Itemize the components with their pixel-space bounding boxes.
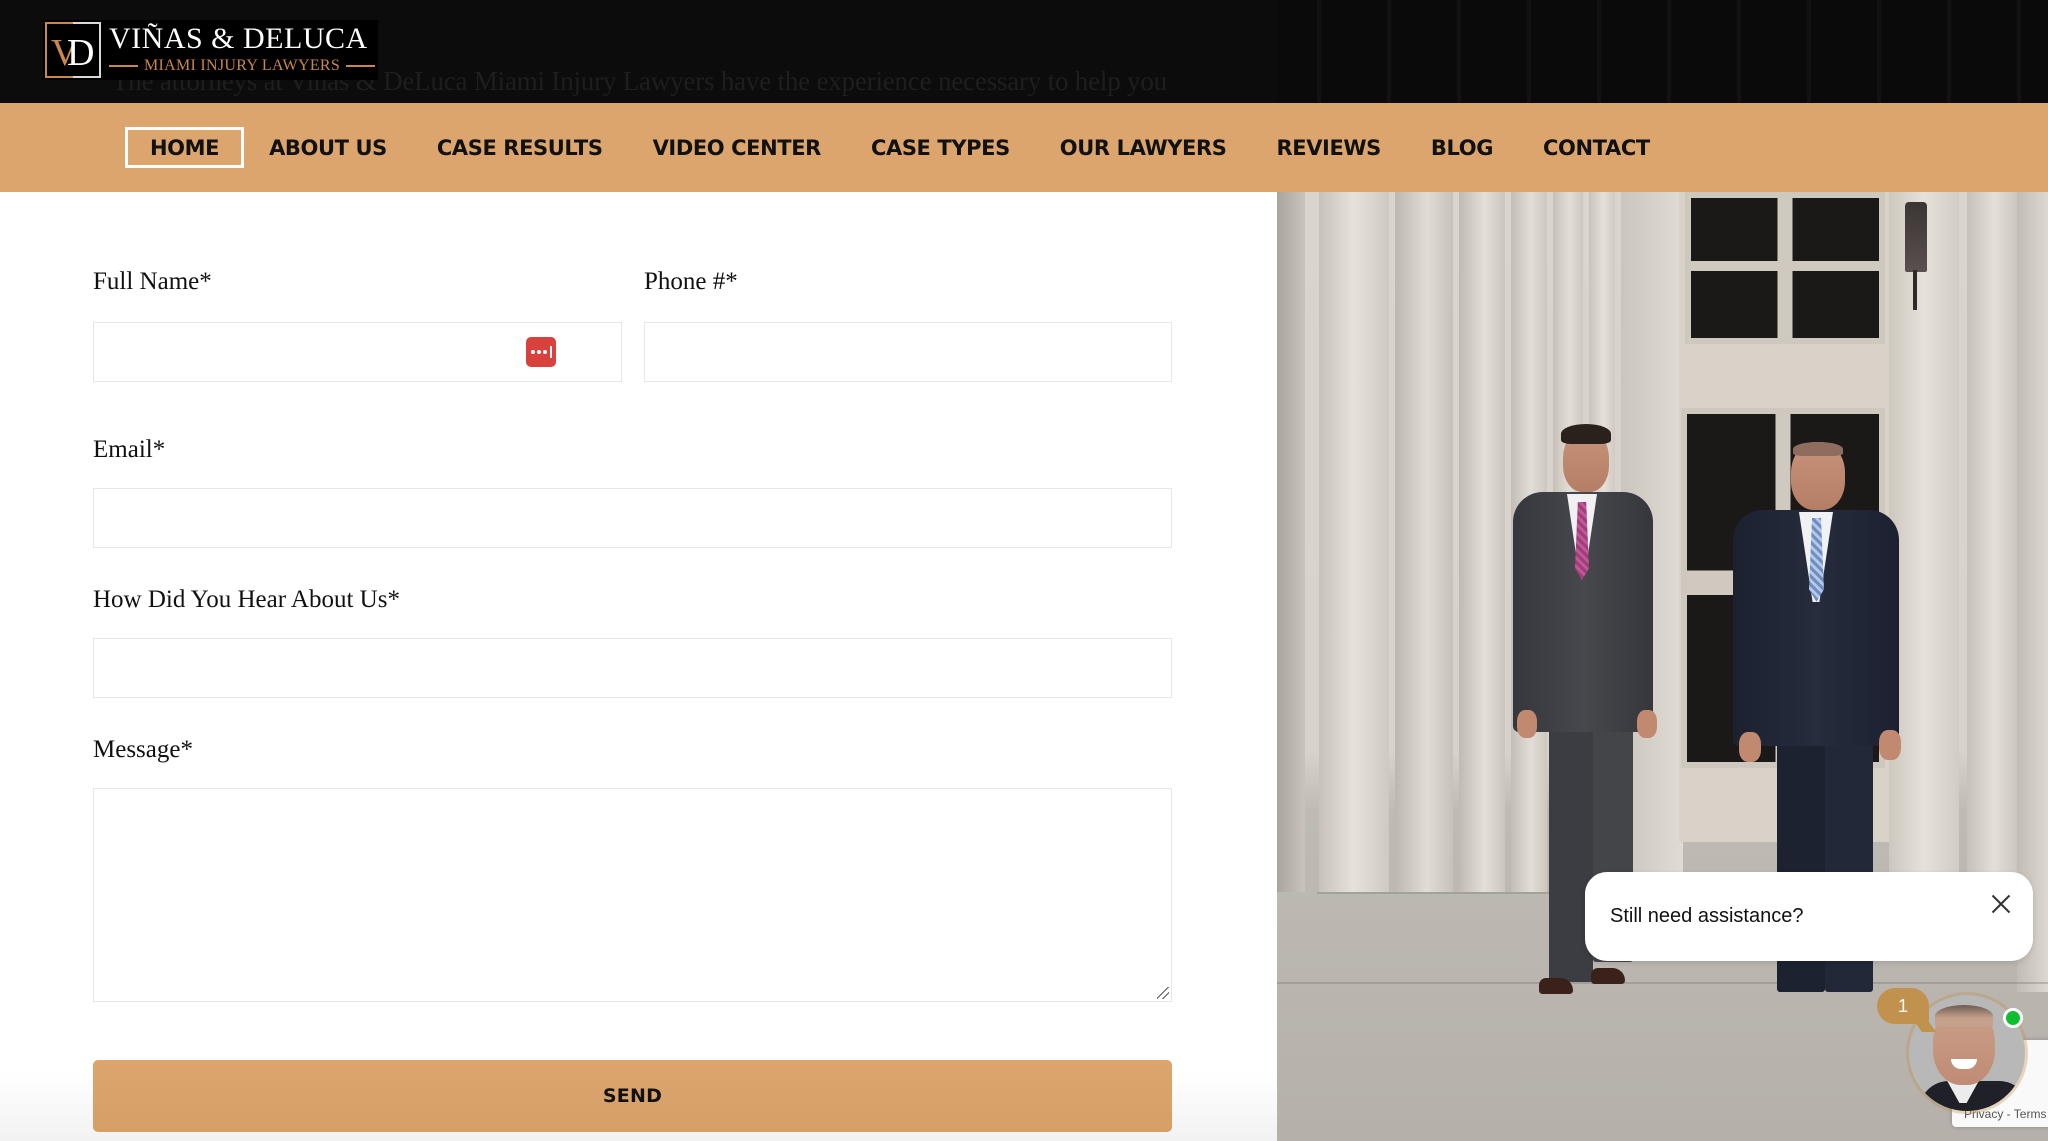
password-manager-icon[interactable] <box>526 337 556 367</box>
logo-title: VIÑAS & DELUCA <box>109 22 368 55</box>
wall-lamp-arm <box>1913 270 1917 310</box>
header-photo-backdrop <box>1277 0 2048 103</box>
unread-count-badge[interactable]: 1 <box>1877 988 1929 1024</box>
column <box>1459 192 1505 892</box>
message-label: Message* <box>93 736 193 763</box>
nav-item-blog[interactable]: BLOG <box>1406 127 1518 168</box>
email-label: Email* <box>93 436 166 463</box>
nav-item-video-center[interactable]: VIDEO CENTER <box>628 127 846 168</box>
window <box>1685 192 1885 344</box>
online-status-icon <box>2003 1008 2023 1028</box>
chat-prompt-text: Still need assistance? <box>1610 905 1804 927</box>
wall-lamp <box>1905 202 1927 272</box>
column <box>1395 192 1453 892</box>
column <box>1277 192 1305 892</box>
message-field-wrapper <box>93 788 1172 1002</box>
referral-input[interactable] <box>94 639 1171 697</box>
send-button[interactable]: SEND <box>93 1060 1172 1132</box>
column <box>1967 192 2017 952</box>
floor-line <box>1277 982 2048 984</box>
site-header: The attorneys at Viñas & DeLuca Miami In… <box>0 0 2048 103</box>
nav-item-reviews[interactable]: REVIEWS <box>1251 127 1405 168</box>
chat-prompt-bubble[interactable]: Still need assistance? <box>1585 872 2033 961</box>
referral-field-wrapper <box>93 638 1172 698</box>
nav-item-our-lawyers[interactable]: OUR LAWYERS <box>1035 127 1252 168</box>
nav-item-case-results[interactable]: CASE RESULTS <box>412 127 628 168</box>
email-input[interactable] <box>94 489 1171 547</box>
phone-field-wrapper <box>644 322 1172 382</box>
column <box>2017 192 2048 992</box>
lawyers-photo <box>1277 192 2048 1141</box>
logo-rule-left <box>109 65 138 67</box>
resize-grip-icon[interactable] <box>1157 987 1169 999</box>
message-textarea[interactable] <box>94 789 1171 1001</box>
email-field-wrapper <box>93 488 1172 548</box>
full-name-field-wrapper <box>93 322 622 382</box>
nav-item-home[interactable]: HOME <box>125 127 245 168</box>
logo-subtitle: MIAMI INJURY LAWYERS <box>109 57 375 75</box>
logo-monogram-d: D <box>67 32 95 74</box>
close-icon[interactable] <box>1989 892 2013 916</box>
site-logo[interactable]: V D VIÑAS & DELUCA MIAMI INJURY LAWYERS <box>43 20 378 80</box>
logo-rule-right <box>346 65 375 67</box>
logo-subtitle-text: MIAMI INJURY LAWYERS <box>143 57 341 74</box>
phone-input[interactable] <box>645 323 1171 381</box>
main-nav: HOME ABOUT US CASE RESULTS VIDEO CENTER … <box>0 103 2048 192</box>
phone-label: Phone #* <box>644 268 738 295</box>
nav-item-about-us[interactable]: ABOUT US <box>244 127 412 168</box>
nav-item-contact[interactable]: CONTACT <box>1518 127 1675 168</box>
referral-label: How Did You Hear About Us* <box>93 586 400 613</box>
nav-item-case-types[interactable]: CASE TYPES <box>846 127 1035 168</box>
column <box>1319 192 1389 892</box>
column <box>1889 192 1959 892</box>
logo-monogram-icon: V D <box>45 22 101 78</box>
full-name-label: Full Name* <box>93 268 212 295</box>
contact-form: Full Name* Phone #* Email* How Did You H… <box>0 192 1277 1141</box>
